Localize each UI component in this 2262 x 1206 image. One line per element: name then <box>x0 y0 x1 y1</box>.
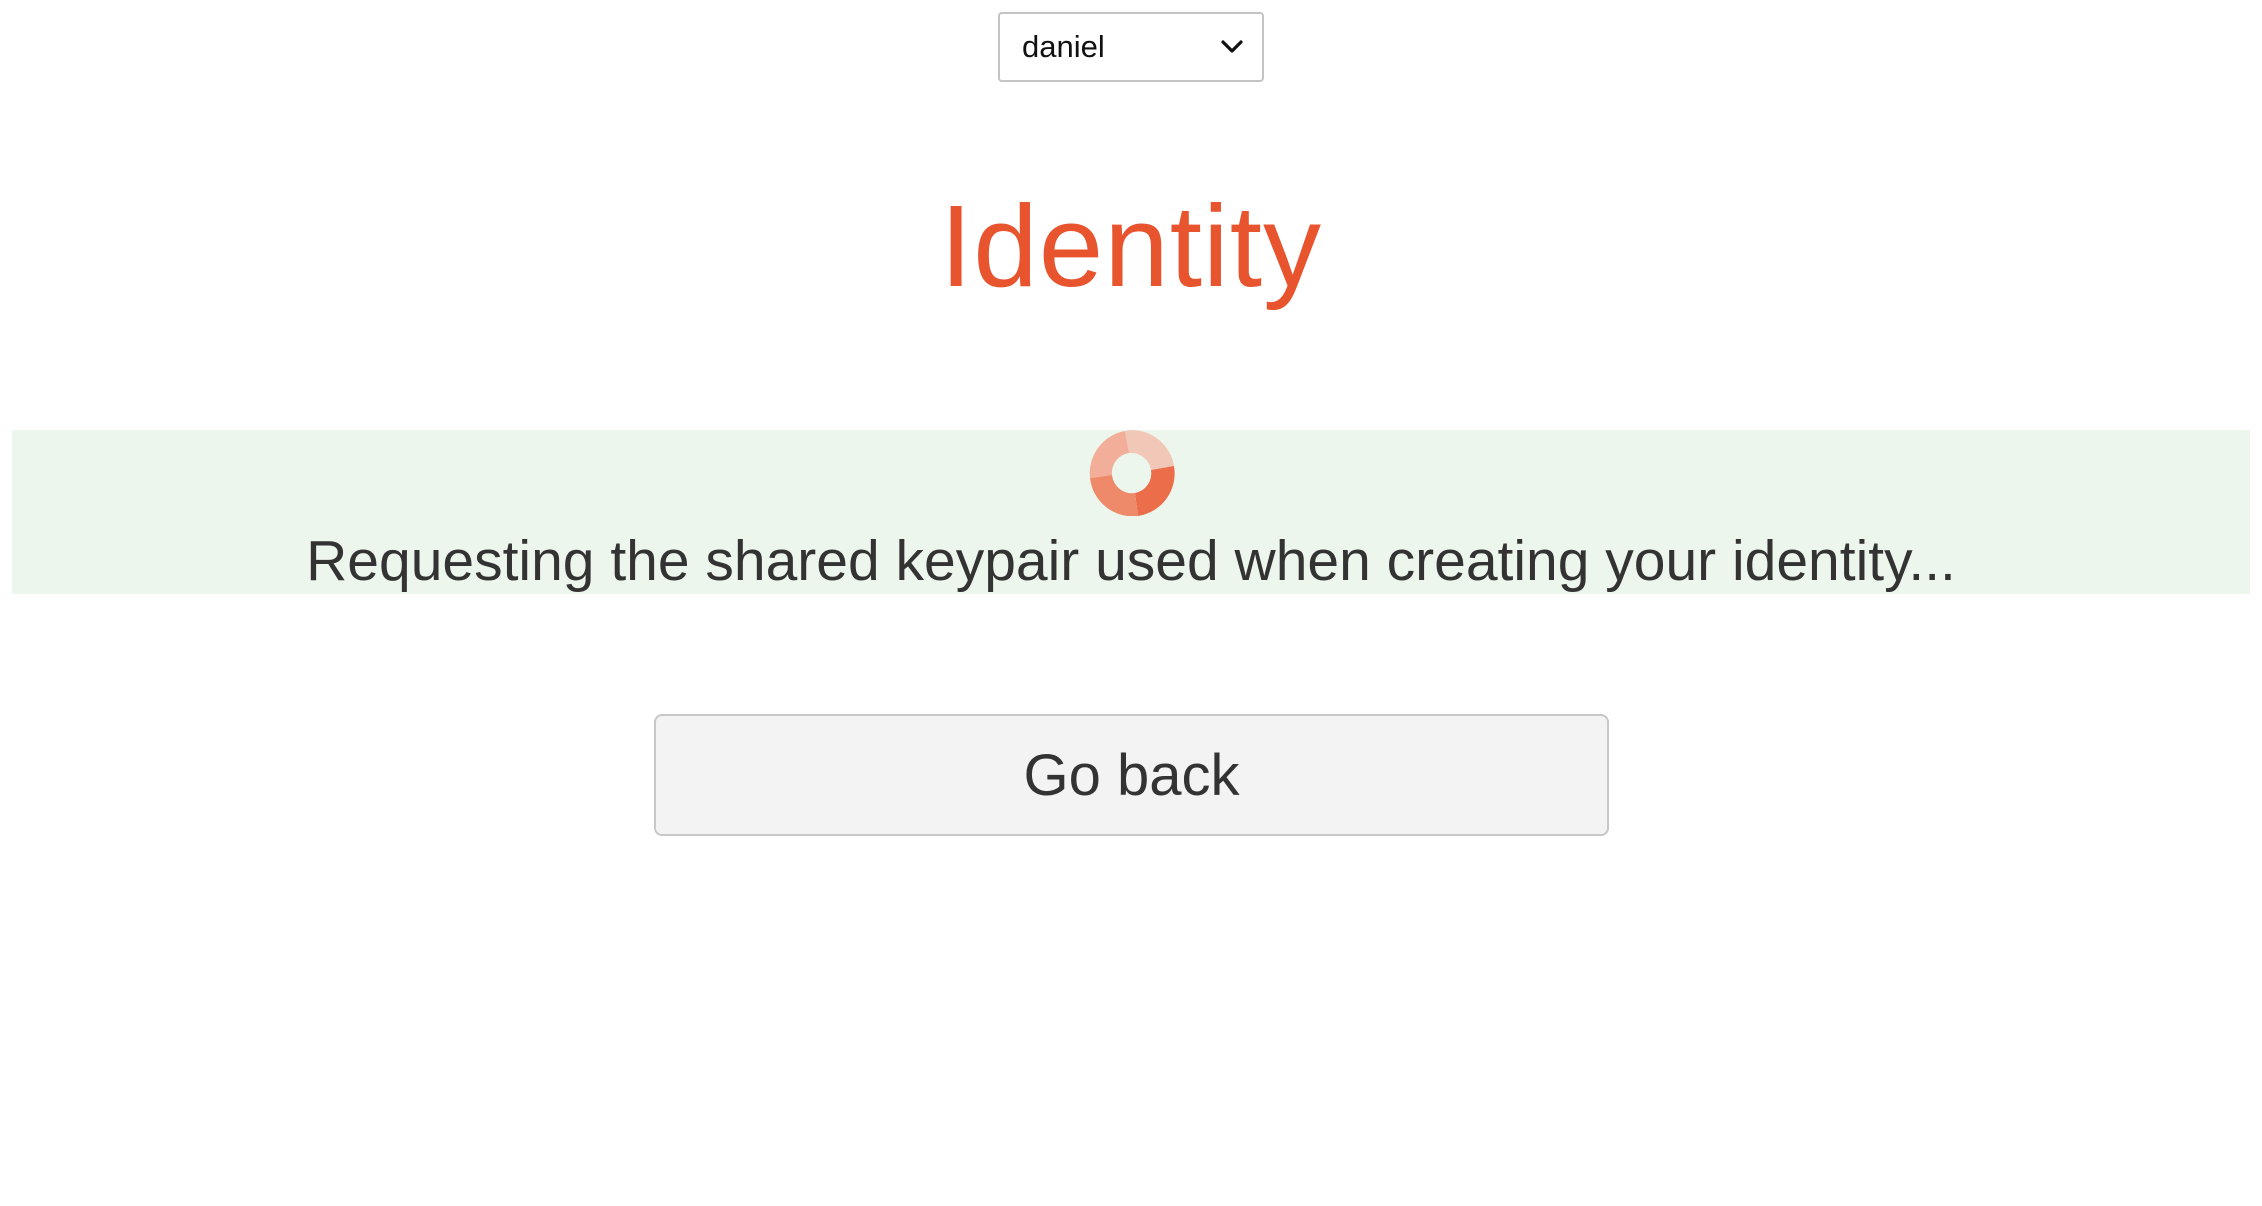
chevron-down-icon[interactable] <box>1220 35 1244 59</box>
page-title: Identity <box>940 181 1322 311</box>
user-select-value[interactable]: daniel <box>1022 29 1220 65</box>
loading-spinner-icon <box>1089 430 1175 517</box>
status-message: Requesting the shared keypair used when … <box>306 529 1956 593</box>
go-back-button[interactable]: Go back <box>654 714 1609 836</box>
user-select[interactable]: daniel <box>998 12 1264 82</box>
